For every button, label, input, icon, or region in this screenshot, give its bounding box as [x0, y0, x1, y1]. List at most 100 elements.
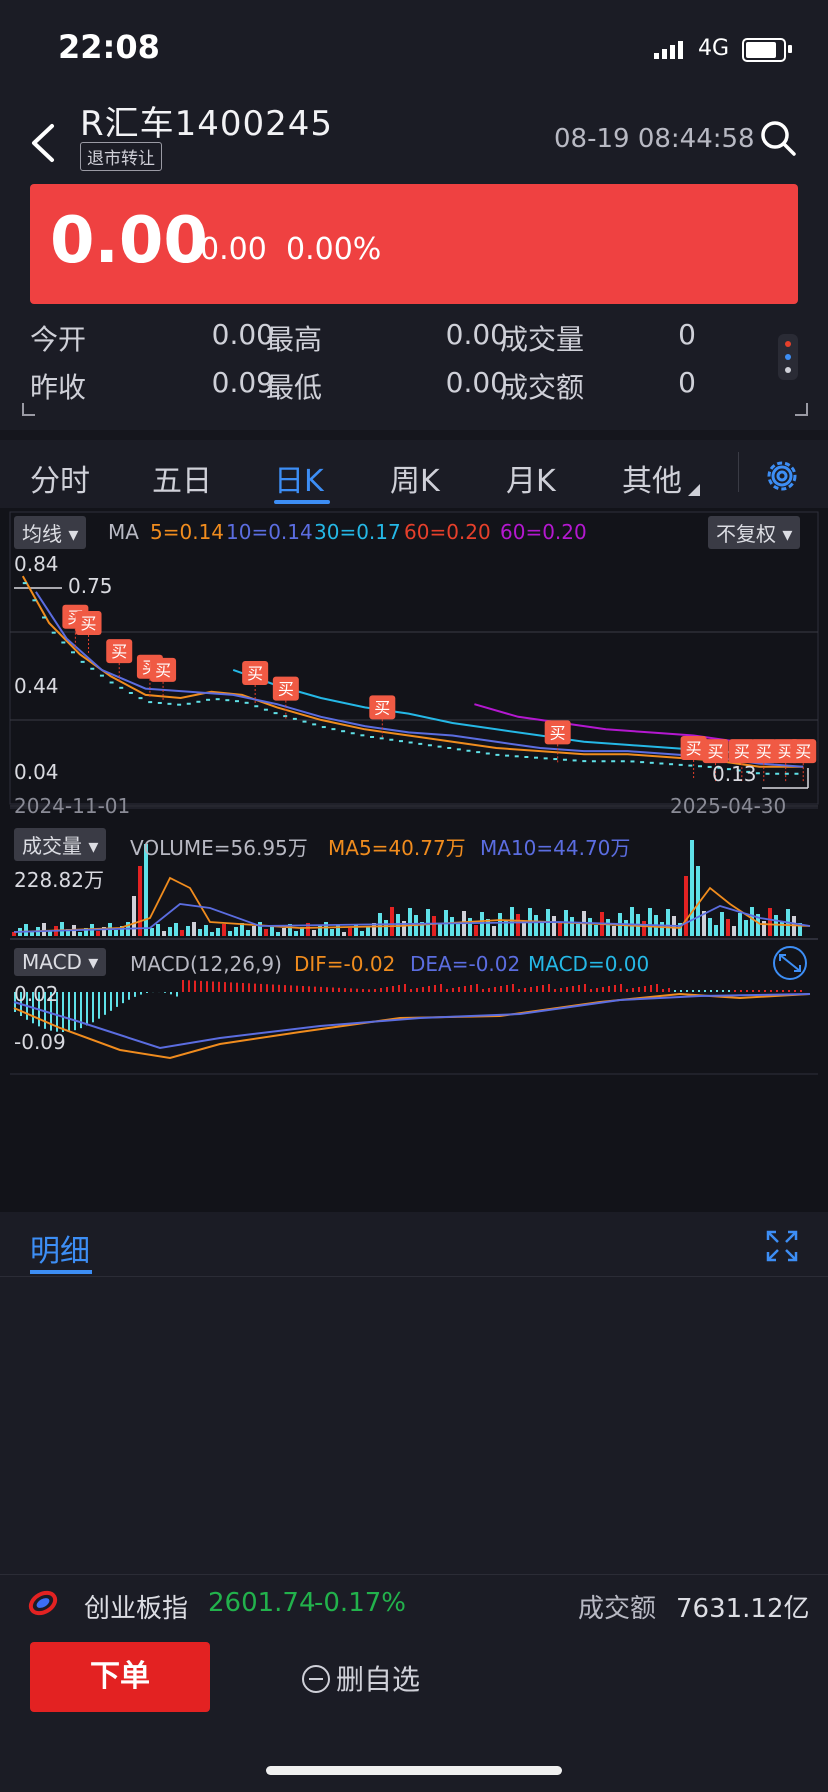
amount-value: 0	[678, 366, 696, 399]
divider	[0, 430, 828, 440]
volume-dropdown[interactable]: 成交量 ▾	[14, 828, 107, 861]
volume-bar	[366, 927, 370, 936]
macd-bar	[794, 990, 796, 992]
macd-dif: DIF=-0.02	[294, 952, 396, 976]
tab-other[interactable]: 其他	[622, 456, 682, 500]
macd-bar	[392, 986, 394, 992]
buy-marker: 买	[111, 642, 127, 661]
macd-bar	[314, 986, 316, 992]
macd-bar	[752, 990, 754, 992]
high-value: 0.00	[445, 318, 508, 351]
candle-mark	[669, 763, 674, 766]
back-icon[interactable]	[24, 118, 64, 168]
macd-bar	[656, 984, 658, 992]
buy-marker: 买	[155, 661, 171, 680]
macd-bar	[356, 988, 358, 992]
volume-bar	[660, 922, 664, 936]
macd-bar	[248, 983, 250, 992]
candle-mark	[263, 708, 268, 711]
candle-mark	[562, 758, 567, 761]
macd-bar	[398, 985, 400, 992]
macd-bar	[452, 988, 454, 992]
volume-dropdown-label: 成交量	[22, 834, 82, 858]
high-label: 最高	[266, 323, 323, 356]
index-change: -0.17%	[314, 1588, 406, 1618]
macd-bar	[500, 986, 502, 992]
macd-bar	[464, 986, 466, 992]
candle-mark	[244, 701, 249, 704]
candle-mark	[321, 726, 326, 729]
candle-mark	[659, 762, 664, 765]
macd-bar	[620, 984, 622, 992]
candle-mark	[99, 674, 104, 677]
volume-value: 0	[678, 318, 696, 351]
volume-bar	[78, 932, 82, 936]
more-options-icon[interactable]	[778, 334, 798, 380]
volume-bar	[168, 927, 172, 936]
network-type: 4G	[698, 36, 730, 61]
macd-bar	[686, 990, 688, 992]
macd-bar	[524, 988, 526, 992]
macd-bar	[770, 990, 772, 992]
macd-bar	[128, 992, 130, 1000]
volume-bar	[684, 876, 688, 936]
order-button[interactable]: 下单	[30, 1642, 210, 1712]
expand-icon[interactable]	[764, 1228, 800, 1264]
date-start: 2024-11-01	[14, 794, 131, 818]
volume-bar	[222, 924, 226, 936]
active-tab-indicator	[274, 500, 330, 504]
tab-intraday[interactable]: 分时	[30, 456, 90, 500]
y-axis-mid: 0.44	[14, 674, 59, 698]
corner-right-icon	[795, 403, 808, 416]
tab-five-day[interactable]: 五日	[152, 456, 212, 500]
min-price-label: 0.13	[712, 762, 757, 786]
macd-bar	[104, 992, 106, 1015]
candle-mark	[398, 740, 403, 743]
macd-bar	[380, 988, 382, 992]
buy-marker: 买	[734, 742, 750, 761]
search-icon[interactable]	[758, 118, 798, 158]
tab-weekly-k[interactable]: 周K	[390, 456, 440, 500]
candle-mark	[456, 748, 461, 751]
volume-bar	[606, 919, 610, 936]
macd-bar	[488, 988, 490, 992]
ma-dropdown[interactable]: 均线 ▾	[14, 516, 87, 549]
adjust-dropdown[interactable]: 不复权 ▾	[708, 516, 801, 549]
macd-bar	[716, 990, 718, 992]
index-amount-value: 7631.12亿	[676, 1594, 810, 1624]
macd-dropdown[interactable]: MACD ▾	[14, 948, 107, 976]
tab-daily-k[interactable]: 日K	[274, 456, 324, 500]
stock-title: R汇车1400245	[80, 104, 334, 144]
macd-bar	[200, 980, 202, 992]
status-badge: 退市转让	[80, 142, 162, 171]
macd-bar	[746, 990, 748, 992]
tab-detail[interactable]: 明细	[30, 1226, 90, 1270]
volume-bar	[216, 928, 220, 936]
remove-watchlist-label: 删自选	[336, 1663, 421, 1696]
macd-bar	[374, 989, 376, 992]
tab-monthly-k[interactable]: 月K	[506, 456, 556, 500]
buy-marker: 买	[247, 664, 263, 683]
macd-bar	[428, 986, 430, 992]
volume-bar	[492, 926, 496, 936]
volume-bar	[150, 928, 154, 936]
macd-bar	[470, 985, 472, 992]
macd-bar	[62, 992, 64, 1032]
macd-bar	[668, 988, 670, 992]
volume-ma10: MA10=44.70万	[480, 836, 631, 860]
candle-mark	[119, 686, 124, 689]
remove-watchlist-button[interactable]: 删自选	[302, 1658, 420, 1698]
candle-mark	[514, 755, 519, 758]
prev-close-label: 昨收	[30, 371, 87, 404]
macd-bar	[728, 990, 730, 992]
volume-bar	[384, 920, 388, 936]
volume-bar	[738, 913, 742, 936]
volume-bar	[174, 923, 178, 936]
volume-bar	[438, 923, 442, 936]
macd-dea-line	[13, 993, 811, 1050]
ma60b-value: 60=0.20	[500, 520, 587, 544]
gear-icon[interactable]	[762, 456, 802, 496]
candle-mark	[302, 720, 307, 723]
volume-bar	[498, 913, 502, 936]
candle-mark	[215, 698, 220, 701]
